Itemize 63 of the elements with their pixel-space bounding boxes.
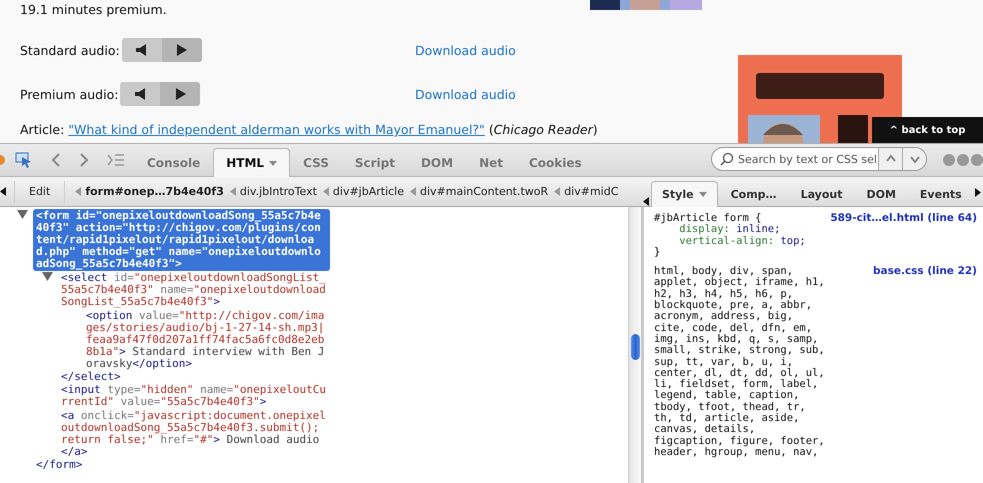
css-selector: html, body, div, span, applet, object, iframe, h1, h2, h3, h4, h5, h6, p, blockquote, pre, a, abbr, acronym, address, big, cite, code, del, dfn, em, img, ins, kbd, q, s, samp, small, strike, strong, sub, sup, tt, var, b, u, i, center, dl, dt, dd, ol, ul, li, fieldset, form, label, legend, table, caption, tbody, tfoot, thead, tr, th, td, article, aside, canvas, details, figcaption, figure, footer, header, hgroup, menu, nav, <box>654 266 825 458</box>
stylesheet-link[interactable]: base.css (line 22) <box>872 266 977 458</box>
audio-player[interactable] <box>120 82 200 106</box>
caret-icon <box>269 160 278 166</box>
html-element-markup[interactable]: <input type="hidden" name="onepixeloutCurrentId" value="55a5c7b4e40f3"> <box>58 383 330 409</box>
side-panel-tab[interactable]: DOM <box>855 181 907 207</box>
article-source: (Chicago Reader) <box>488 122 598 137</box>
next-match-button[interactable] <box>902 148 926 170</box>
intro-text: 19.1 minutes premium. <box>20 2 168 19</box>
css-property: display: inline; <box>679 224 782 236</box>
closing-tag: </select> <box>61 371 330 383</box>
stylesheet-link[interactable]: 589-cit…el.html (line 64) <box>830 213 977 224</box>
side-panel-tab[interactable]: Comp… <box>720 181 788 207</box>
panel-tab[interactable]: HTML <box>213 148 290 177</box>
window-control-icon[interactable] <box>943 154 955 166</box>
html-element-markup[interactable]: <option value="http://chigov.com/images/stories/audio/bj-1-27-14-sh.mp3|feaa9af47f0d207a1ff74fac5a6fc0d8e2eb8b1a"> Standard interview with Ben Joravsky</option> <box>83 309 330 371</box>
breadcrumb-separator-icon <box>322 187 329 196</box>
audio-label: Premium audio: <box>20 86 118 102</box>
breadcrumb[interactable]: form#onep…7b4e40f3 <box>81 185 230 198</box>
caret-icon <box>698 192 707 197</box>
edit-button[interactable]: Edit <box>14 180 66 202</box>
breadcrumb[interactable]: div#mainContent.twoR <box>416 185 554 198</box>
speaker-icon <box>136 44 148 56</box>
breadcrumb-separator-icon <box>410 187 416 196</box>
breadcrumb-separator-icon <box>75 187 82 196</box>
previous-match-button[interactable] <box>878 148 902 170</box>
closing-tag: </form> <box>36 459 330 471</box>
html-element-markup[interactable]: <select id="onepixeloutdownloadSongList_55a5c7b4e40f3" name="onepixeloutdownloadSongList_55a5c7b4e40f3"> <box>58 271 330 309</box>
side-panel-tab[interactable]: Style <box>651 181 718 207</box>
scroll-right-icon <box>974 188 981 197</box>
speaker-icon <box>134 88 147 100</box>
css-property: vertical-align: top; <box>678 236 807 247</box>
back-to-top-button[interactable]: ^ back to top <box>872 117 983 143</box>
side-panel-tab[interactable]: Events <box>908 181 973 207</box>
breadcrumb-separator-icon <box>230 187 236 196</box>
download-link[interactable]: Download audio <box>415 86 590 102</box>
disclosure-triangle-icon[interactable] <box>42 271 53 281</box>
search-icon <box>720 152 734 166</box>
window-control-icon[interactable] <box>971 154 983 166</box>
scroll-left-icon <box>643 197 649 206</box>
closing-brace: } <box>654 246 662 258</box>
breadcrumb[interactable]: div.jbIntroText <box>236 185 323 198</box>
play-icon <box>177 44 188 56</box>
search-field[interactable]: Search by text or CSS sel <box>711 147 927 171</box>
side-panel-tab[interactable]: Layout <box>790 181 854 207</box>
article-label: Article: <box>20 122 64 137</box>
audio-label: Standard audio: <box>20 42 120 58</box>
play-icon <box>176 88 186 100</box>
css-selector: #jbArticle form { <box>654 213 762 224</box>
article-link[interactable]: "What kind of independent alderman works with Mayor Emanuel?" <box>68 122 485 137</box>
breadcrumb[interactable]: div#midC <box>560 185 624 198</box>
download-link[interactable]: Download audio <box>415 42 590 58</box>
audio-player[interactable] <box>122 38 202 62</box>
chevron-icon <box>51 153 61 167</box>
chevron-icon <box>79 153 89 167</box>
html-element-markup[interactable]: <form id="onepixeloutdownloadSong_55a5c7b4e40f3" action="http://chigov.com/plugins/content/rapid1pixelout/rapid1pixelout/download.php" method="get" name="onepixeloutdownloadSong_55a5c7b4e40f3"> <box>33 209 330 271</box>
scroll-left-icon <box>0 187 6 196</box>
scrollbar[interactable] <box>628 207 641 483</box>
window-control-icon[interactable] <box>957 154 969 166</box>
html-element-markup[interactable]: <a onclick="javascript:document.onepixeloutdownloadSong_55a5c7b4e40f3.submit(); return false;" href="#"> Download audio </a> <box>58 409 330 459</box>
breadcrumb-separator-icon <box>554 187 560 196</box>
breadcrumb[interactable]: div#jbArticle <box>328 185 410 198</box>
disclosure-triangle-icon[interactable] <box>17 209 28 219</box>
